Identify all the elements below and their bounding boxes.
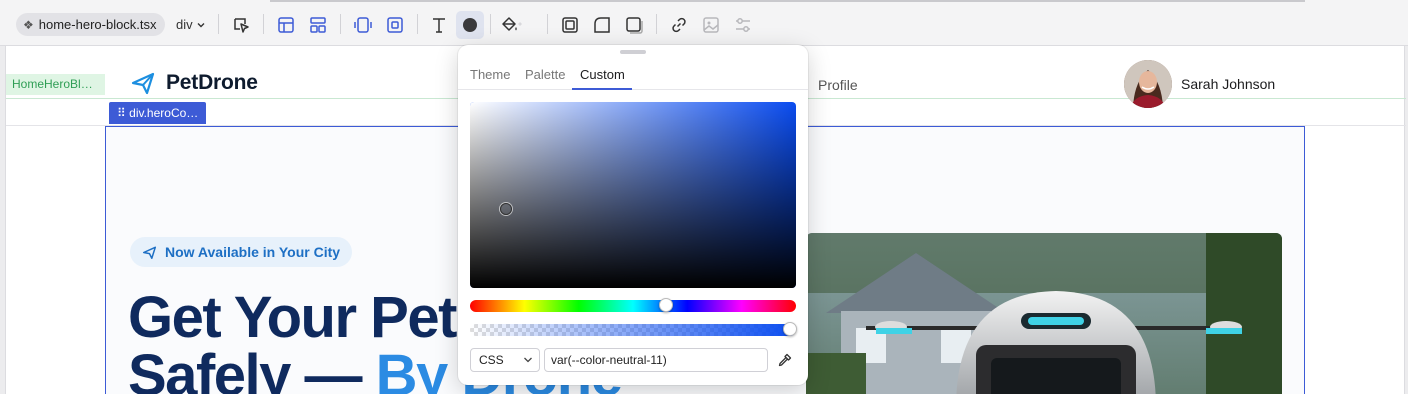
- brand-name: PetDrone: [166, 71, 258, 94]
- settings-button[interactable]: [729, 11, 757, 39]
- alpha-gradient: [470, 324, 796, 336]
- select-parent-button[interactable]: [227, 11, 255, 39]
- chevron-down-icon: [197, 22, 205, 27]
- margin-icon: [387, 17, 403, 33]
- image-icon: [703, 17, 719, 33]
- toolbar-divider: [263, 14, 264, 34]
- text-button[interactable]: [425, 11, 453, 39]
- link-button[interactable]: [665, 11, 693, 39]
- shadow-button[interactable]: [620, 11, 648, 39]
- text-icon: [433, 18, 445, 33]
- popover-drag-handle[interactable]: [620, 50, 646, 54]
- padding-button[interactable]: [349, 11, 377, 39]
- file-name-pill[interactable]: ❖ home-hero-block.tsx: [16, 13, 165, 36]
- headline-line-2-start: Safely —: [128, 343, 376, 394]
- align-icon: [310, 17, 326, 33]
- layout-icon: [278, 17, 294, 33]
- sv-picker-thumb[interactable]: [500, 203, 512, 215]
- toolbar-divider: [490, 14, 491, 34]
- color-picker-tabs: Theme Palette Custom: [458, 63, 808, 90]
- avatar: [1124, 60, 1172, 108]
- alpha-slider[interactable]: [470, 324, 796, 336]
- margin-button[interactable]: [381, 11, 409, 39]
- toolbar-divider: [656, 14, 657, 34]
- color-fill-button[interactable]: [456, 11, 484, 39]
- drag-handle-icon[interactable]: ⠿: [117, 106, 126, 120]
- tab-palette[interactable]: Palette: [525, 67, 565, 82]
- selected-element-label: div.heroCo…: [129, 106, 199, 120]
- hue-slider[interactable]: [470, 298, 796, 312]
- eyedropper-button[interactable]: [774, 349, 796, 371]
- drone-icon: [142, 246, 157, 259]
- select-parent-icon: [234, 18, 249, 33]
- component-label[interactable]: HomeHeroBl…: [6, 74, 105, 95]
- badge-text: Now Available in Your City: [165, 244, 341, 260]
- selected-element-tag[interactable]: ⠿ div.heroCo…: [109, 102, 207, 124]
- color-fill-icon: [463, 18, 477, 32]
- user-menu[interactable]: Sarah Johnson: [1124, 60, 1275, 108]
- toolbar-divider: [218, 14, 219, 34]
- align-button[interactable]: [304, 11, 332, 39]
- alpha-slider-thumb[interactable]: [783, 322, 797, 336]
- eyedropper-icon: [778, 353, 792, 367]
- shadow-icon: [626, 17, 643, 34]
- toolbar-divider: [417, 14, 418, 34]
- component-icon: ❖: [23, 17, 34, 32]
- link-icon: [672, 17, 686, 33]
- saturation-value-picker[interactable]: [470, 102, 796, 288]
- toolbar-divider: [340, 14, 341, 34]
- radius-button[interactable]: [588, 11, 616, 39]
- padding-icon: [354, 17, 372, 33]
- layout-button[interactable]: [272, 11, 300, 39]
- active-tab-indicator: [572, 88, 632, 90]
- editor-toolbar: ❖ home-hero-block.tsx div: [0, 0, 1408, 46]
- sv-black-layer: [470, 102, 796, 288]
- background-fill-button[interactable]: [498, 11, 526, 39]
- color-format-value: CSS: [479, 353, 504, 367]
- color-format-select[interactable]: CSS: [470, 348, 540, 372]
- element-tag-label: div: [176, 17, 193, 32]
- brand-logo[interactable]: PetDrone: [130, 70, 258, 96]
- border-button[interactable]: [556, 11, 584, 39]
- availability-badge: Now Available in Your City: [130, 237, 353, 267]
- settings-icon: [736, 18, 750, 32]
- toolbar-divider: [547, 14, 548, 34]
- image-button[interactable]: [697, 11, 725, 39]
- tab-theme[interactable]: Theme: [470, 67, 510, 82]
- nav-link-profile[interactable]: Profile: [818, 77, 858, 93]
- drone-logo-icon: [131, 72, 155, 95]
- user-name: Sarah Johnson: [1181, 76, 1276, 92]
- toolbar-top-line: [270, 0, 1305, 2]
- chevron-down-icon: [523, 349, 533, 378]
- color-picker-popover: Theme Palette Custom CSS: [458, 45, 808, 385]
- background-fill-icon: [502, 17, 522, 31]
- hue-slider-thumb[interactable]: [658, 298, 673, 312]
- color-value-input[interactable]: [544, 348, 768, 372]
- file-name-label: home-hero-block.tsx: [38, 17, 157, 32]
- border-icon: [562, 17, 578, 33]
- radius-icon: [594, 17, 610, 33]
- hero-image-drone: [806, 233, 1282, 394]
- tab-custom[interactable]: Custom: [580, 67, 625, 82]
- element-tag-select[interactable]: div: [176, 13, 206, 36]
